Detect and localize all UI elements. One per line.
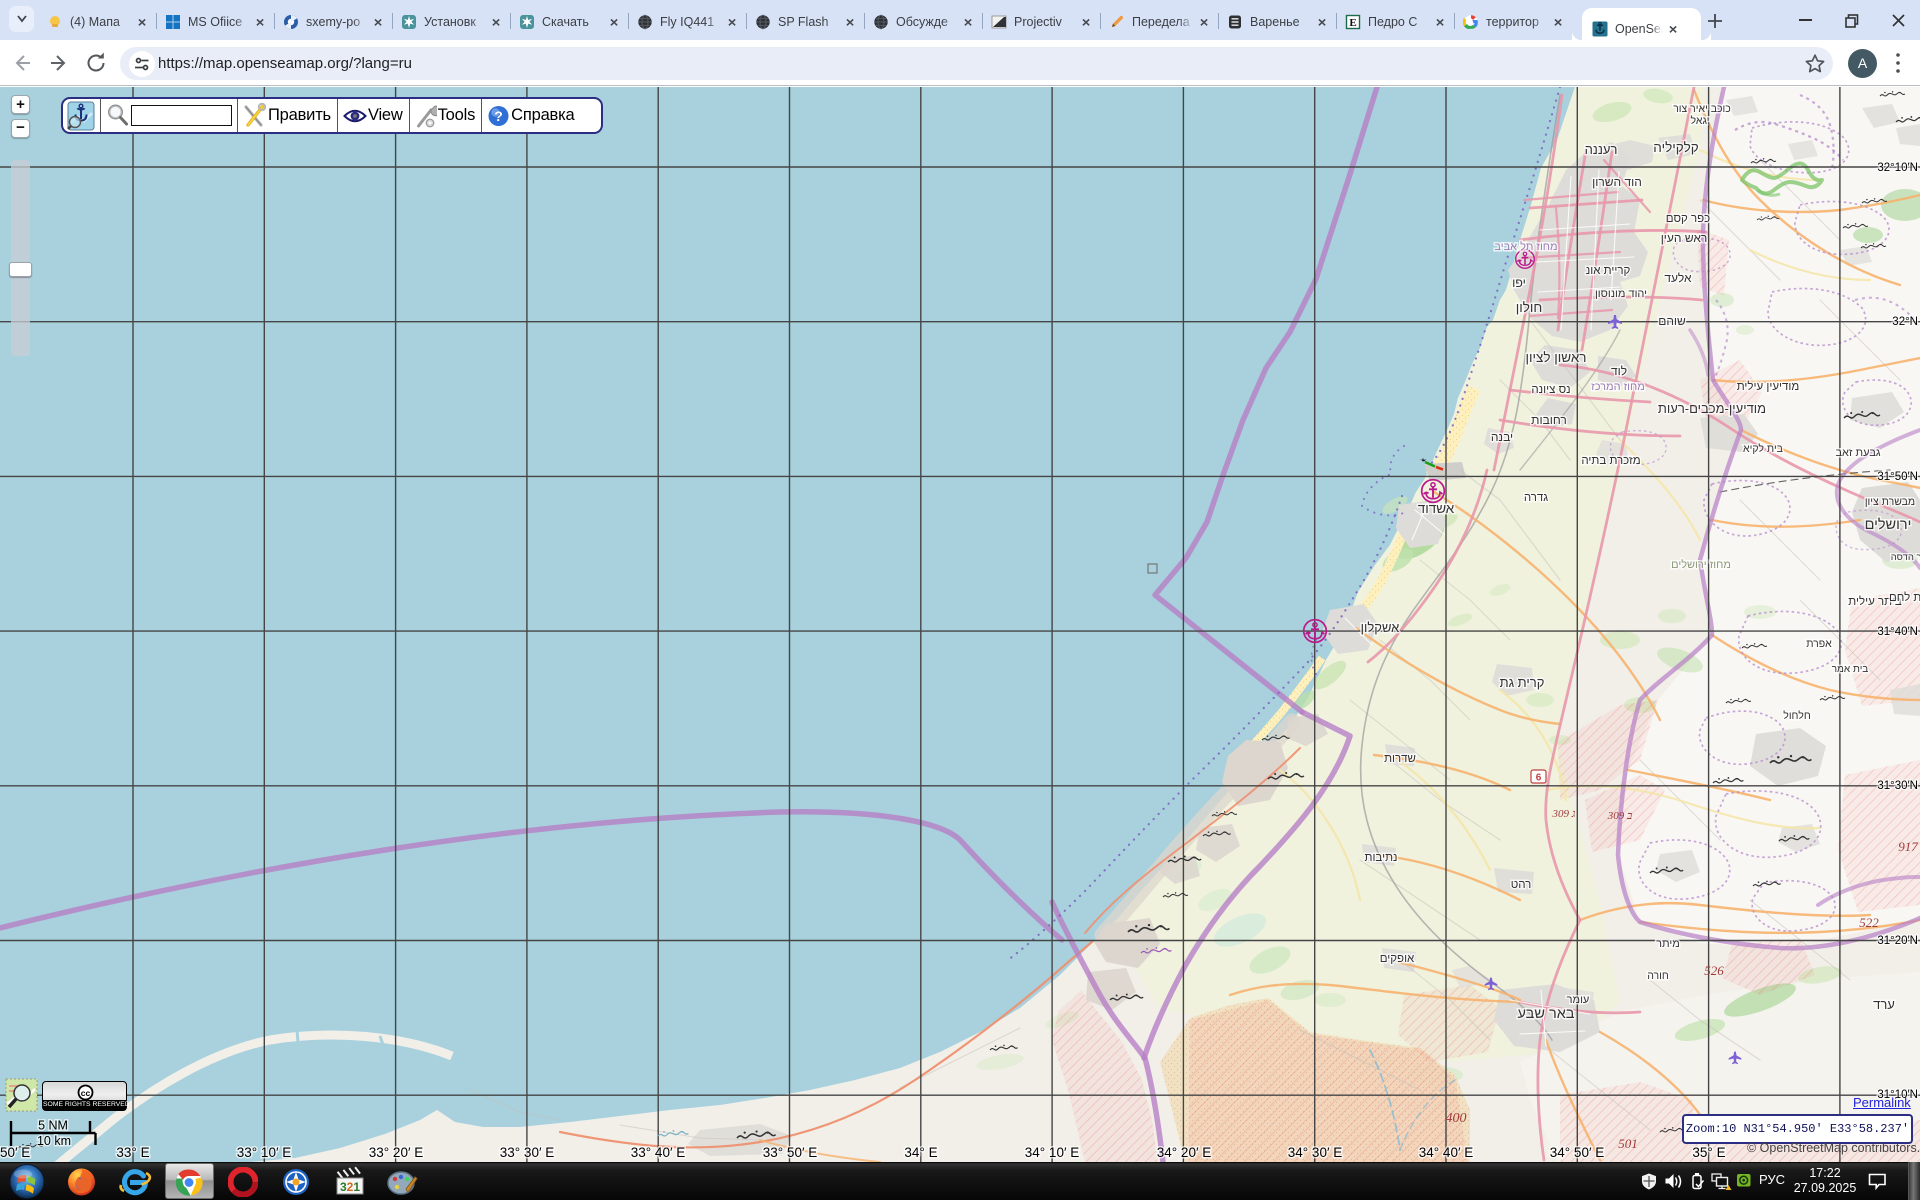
svg-text:נס ציונה: נס ציונה — [1531, 384, 1570, 396]
svg-text:32°N: 32°N — [1892, 316, 1918, 328]
svg-text:גבעת זאב: גבעת זאב — [1835, 447, 1880, 459]
svg-text:קריית אונ: קריית אונ — [1586, 265, 1631, 277]
svg-text:34° 10′ E: 34° 10′ E — [1025, 1145, 1079, 1160]
svg-text:917: 917 — [1898, 839, 1918, 854]
svg-text:5 NM: 5 NM — [38, 1119, 68, 1133]
svg-text:400: 400 — [1446, 1111, 1467, 1126]
svg-text:אלעד: אלעד — [1664, 271, 1692, 285]
svg-text:ירושלים: ירושלים — [1865, 516, 1912, 533]
svg-text:לוד: לוד — [1611, 364, 1627, 378]
svg-text:רחובות: רחובות — [1531, 413, 1567, 427]
svg-text:גדרה: גדרה — [1524, 492, 1548, 504]
svg-text:מודיעין עילית: מודיעין עילית — [1737, 380, 1800, 393]
svg-text:ראשון לציון: ראשון לציון — [1525, 350, 1586, 365]
svg-text:33° 50′ E: 33° 50′ E — [763, 1145, 817, 1160]
svg-text:באר שבע: באר שבע — [1518, 1006, 1575, 1022]
svg-text:כפר קסם: כפר קסם — [1666, 213, 1710, 225]
svg-text:מודיעין-מכבים-רעות: מודיעין-מכבים-רעות — [1658, 401, 1766, 416]
svg-text:309 ג: 309 ג — [1552, 808, 1576, 820]
svg-text:מחוז ירושלים: מחוז ירושלים — [1671, 558, 1731, 571]
svg-text:6: 6 — [1536, 773, 1542, 784]
svg-text:cc: cc — [81, 1088, 91, 1098]
svg-text:חולון: חולון — [1516, 300, 1543, 315]
svg-text:E: E — [1349, 17, 1356, 29]
svg-text:33° 40′ E: 33° 40′ E — [631, 1145, 685, 1160]
svg-text:הוד השרון: הוד השרון — [1592, 175, 1642, 189]
svg-text:?: ? — [494, 108, 503, 124]
svg-text:מחוז תל אביב: מחוז תל אביב — [1494, 240, 1557, 253]
svg-text:ערד: ערד — [1873, 997, 1895, 1012]
svg-text:501: 501 — [1618, 1136, 1638, 1151]
svg-text:35° E: 35° E — [1692, 1145, 1725, 1160]
svg-text:בית לקיא: בית לקיא — [1743, 443, 1783, 455]
svg-text:309 ב: 309 ב — [1607, 810, 1633, 822]
svg-text:עומר: עומר — [1567, 994, 1590, 1006]
svg-text:בית אמר: בית אמר — [1832, 664, 1869, 675]
svg-text:קלקיליה: קלקיליה — [1653, 140, 1698, 155]
svg-text:522: 522 — [1859, 915, 1879, 930]
svg-text:10 km: 10 km — [37, 1134, 71, 1148]
svg-text:יגאל: יגאל — [1691, 115, 1710, 127]
svg-text:מחוז המרכז: מחוז המרכז — [1591, 381, 1645, 393]
svg-text:34° 30′ E: 34° 30′ E — [1288, 1145, 1342, 1160]
svg-text:מזכרת בתיה: מזכרת בתיה — [1581, 455, 1640, 467]
svg-text:31°40′N: 31°40′N — [1877, 626, 1918, 638]
svg-text:בית לחם: בית לחם — [1889, 591, 1920, 604]
svg-text:יפו: יפו — [1512, 276, 1526, 290]
svg-text:אפרת: אפרת — [1806, 638, 1832, 650]
svg-text:31°20′N: 31°20′N — [1877, 935, 1918, 947]
svg-text:שוהם: שוהם — [1658, 314, 1686, 328]
svg-text:כוכב יאיר צור: כוכב יאיר צור — [1673, 103, 1731, 115]
svg-text:אופקים: אופקים — [1380, 953, 1415, 965]
svg-text:שדרות: שדרות — [1384, 753, 1416, 765]
svg-text:יהוד מונוסון: יהוד מונוסון — [1595, 288, 1647, 300]
svg-text:526: 526 — [1704, 963, 1724, 978]
svg-text:ראש העין: ראש העין — [1661, 231, 1708, 245]
svg-text:34° 40′ E: 34° 40′ E — [1419, 1145, 1473, 1160]
svg-text:נתיבות: נתיבות — [1365, 852, 1398, 864]
svg-text:321: 321 — [340, 1180, 360, 1194]
svg-text:31°50′N: 31°50′N — [1877, 471, 1918, 483]
svg-text:צור הדסה: צור הדסה — [1891, 552, 1920, 563]
svg-text:מבשרת ציון: מבשרת ציון — [1865, 496, 1915, 508]
svg-text:34° 50′ E: 34° 50′ E — [1550, 1145, 1604, 1160]
svg-text:חורה: חורה — [1647, 970, 1669, 982]
svg-text:קרית גת: קרית גת — [1500, 675, 1545, 690]
svg-text:31°30′N: 31°30′N — [1877, 780, 1918, 792]
svg-text:אשקלון: אשקלון — [1361, 620, 1400, 635]
svg-text:34° E: 34° E — [904, 1145, 937, 1160]
svg-text:מיתר: מיתר — [1656, 938, 1680, 950]
svg-text:חלחול: חלחול — [1783, 710, 1811, 722]
svg-text:רעננה: רעננה — [1585, 142, 1618, 157]
svg-text:33° 10′ E: 33° 10′ E — [237, 1145, 291, 1160]
svg-text:33° 20′ E: 33° 20′ E — [369, 1145, 423, 1160]
svg-text:יבנה: יבנה — [1491, 430, 1513, 444]
svg-text:אשדוד: אשדוד — [1418, 501, 1455, 516]
svg-text:33° 30′ E: 33° 30′ E — [500, 1145, 554, 1160]
svg-text:32°10′N: 32°10′N — [1877, 162, 1918, 174]
svg-text:רהט: רהט — [1511, 879, 1532, 891]
svg-text:34° 20′ E: 34° 20′ E — [1157, 1145, 1211, 1160]
